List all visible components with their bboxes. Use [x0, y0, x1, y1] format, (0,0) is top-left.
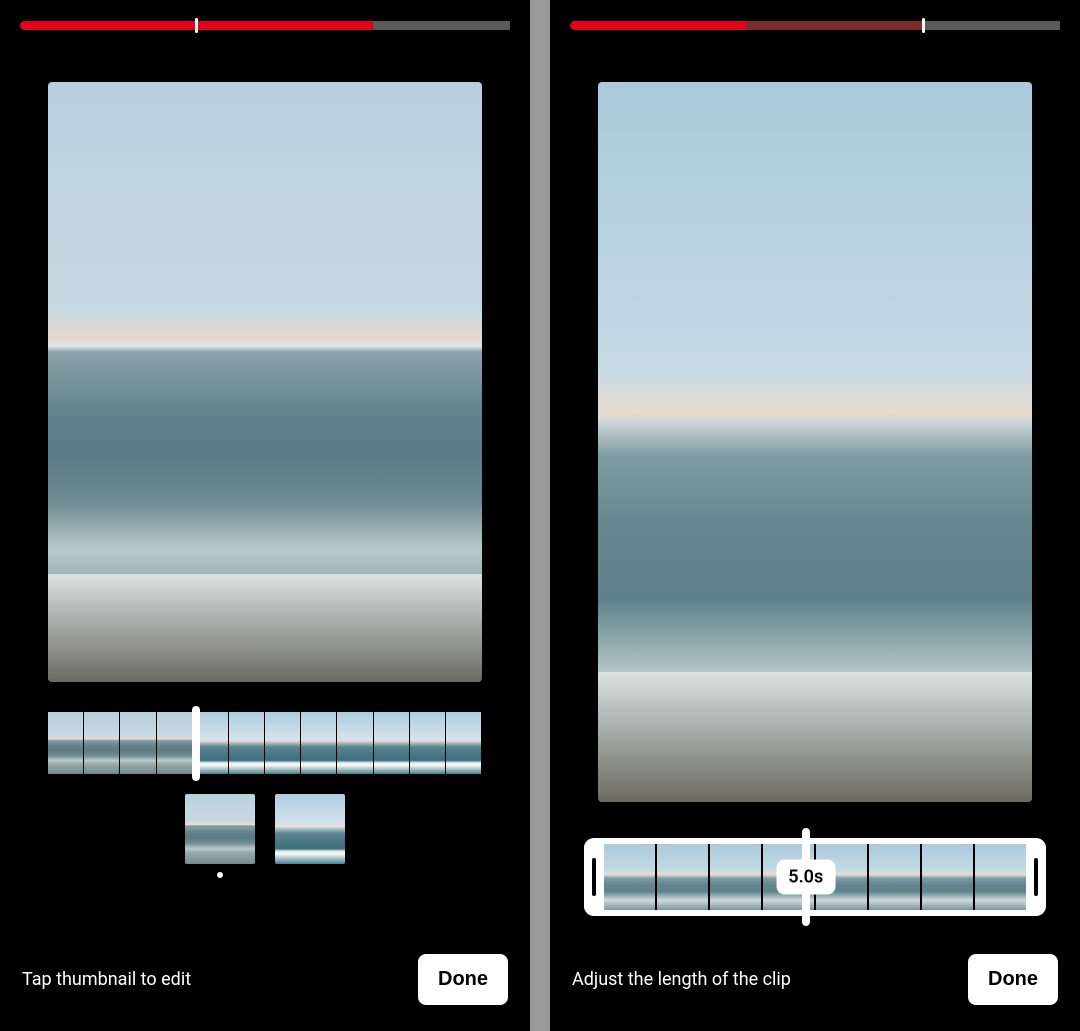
progress-segment — [373, 21, 510, 30]
video-preview[interactable] — [598, 82, 1032, 802]
preview-area — [550, 36, 1080, 802]
done-button[interactable]: Done — [968, 954, 1058, 1005]
hint-text: Tap thumbnail to edit — [22, 969, 191, 990]
trim-frame[interactable] — [869, 844, 922, 910]
trim-frame[interactable] — [710, 844, 763, 910]
clip-thumb[interactable] — [275, 794, 345, 864]
filmstrip-frame[interactable] — [157, 712, 193, 774]
trimmer[interactable]: 5.0s — [584, 838, 1046, 916]
trim-frame[interactable] — [922, 844, 975, 910]
progress-tick — [922, 18, 925, 33]
hint-text: Adjust the length of the clip — [572, 969, 791, 990]
selected-dot-indicator — [217, 872, 223, 878]
progress-bar[interactable] — [570, 21, 1060, 30]
progress-tick — [195, 18, 198, 33]
trim-frame[interactable] — [604, 844, 657, 910]
clip-thumbnails — [0, 794, 530, 864]
progress-segment — [923, 21, 1060, 30]
trim-handle-left[interactable] — [584, 844, 604, 910]
filmstrip-frame[interactable] — [374, 712, 410, 774]
bottom-bar: Adjust the length of the clip Done — [550, 954, 1080, 1005]
progress-bar[interactable] — [20, 21, 510, 30]
filmstrip-playhead[interactable] — [192, 706, 200, 781]
filmstrip-frame[interactable] — [120, 712, 156, 774]
filmstrip-frame[interactable] — [446, 712, 482, 774]
editor-screen-thumbnail: Tap thumbnail to edit Done — [0, 0, 530, 1031]
duration-badge: 5.0s — [776, 860, 835, 895]
filmstrip-frame[interactable] — [337, 712, 373, 774]
progress-segment — [570, 21, 746, 30]
filmstrip-frame[interactable] — [301, 712, 337, 774]
filmstrip[interactable] — [48, 712, 482, 774]
editor-screen-trim: 5.0s Adjust the length of the clip Done — [550, 0, 1080, 1031]
filmstrip-frame[interactable] — [84, 712, 120, 774]
filmstrip-frame[interactable] — [265, 712, 301, 774]
trim-frame[interactable] — [975, 844, 1026, 910]
filmstrip-frame[interactable] — [410, 712, 446, 774]
trim-frame[interactable] — [657, 844, 710, 910]
preview-area — [0, 36, 530, 682]
video-preview[interactable] — [48, 82, 482, 682]
filmstrip-frame[interactable] — [229, 712, 265, 774]
progress-segment — [20, 21, 196, 30]
clip-thumb[interactable] — [185, 794, 255, 864]
bottom-bar: Tap thumbnail to edit Done — [0, 954, 530, 1005]
progress-bar-container — [550, 0, 1080, 36]
progress-segment — [196, 21, 372, 30]
done-button[interactable]: Done — [418, 954, 508, 1005]
progress-bar-container — [0, 0, 530, 36]
progress-segment — [746, 21, 922, 30]
filmstrip-frame[interactable] — [48, 712, 84, 774]
trim-handle-right[interactable] — [1026, 844, 1046, 910]
